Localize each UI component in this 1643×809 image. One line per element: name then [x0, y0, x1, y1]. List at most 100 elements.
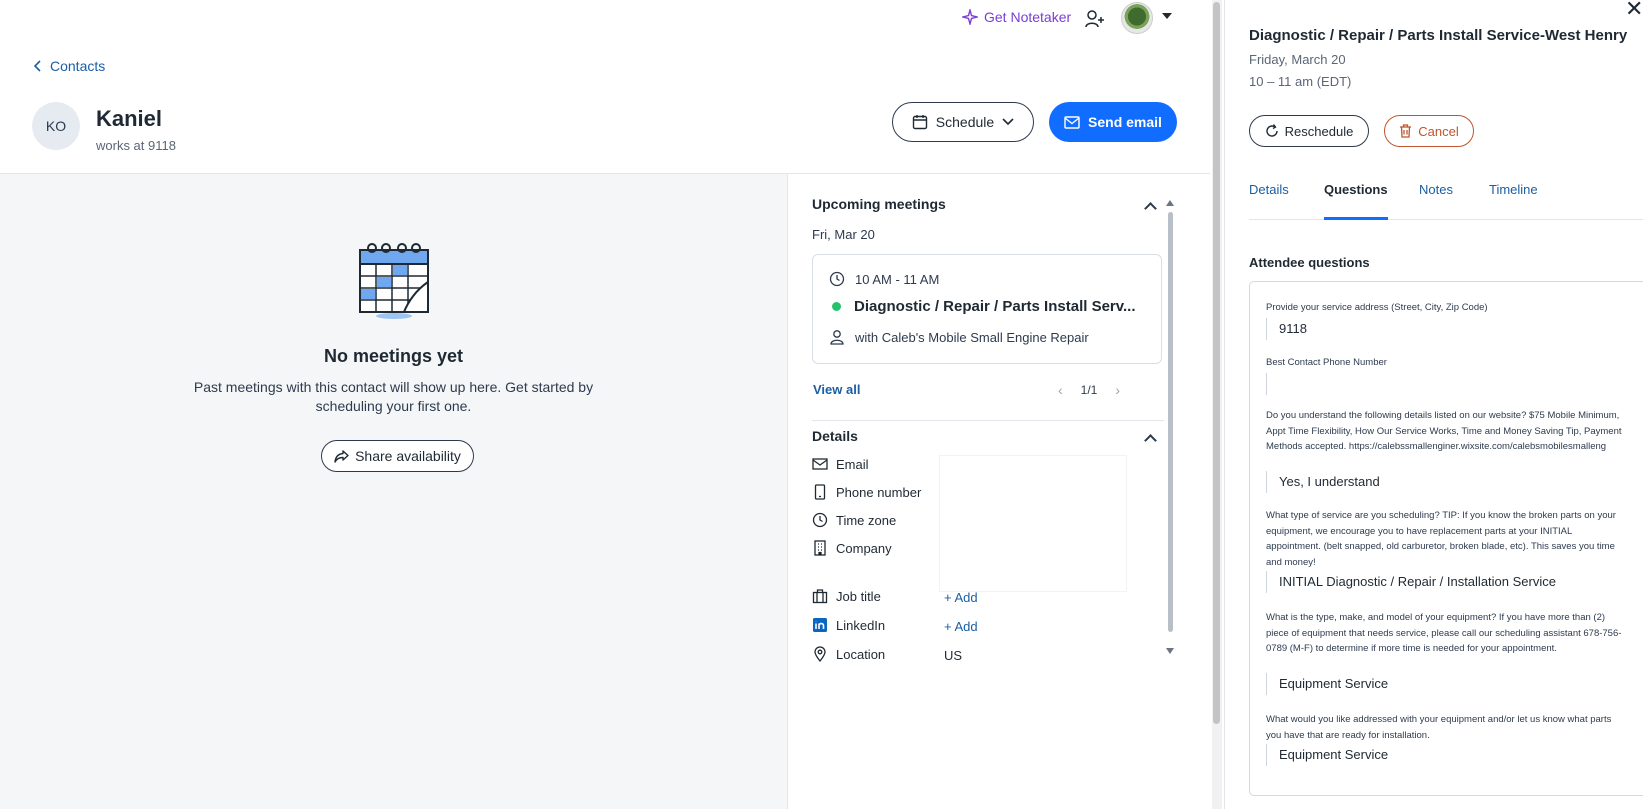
reschedule-label: Reschedule: [1284, 123, 1354, 139]
view-all-link[interactable]: View all: [813, 382, 860, 397]
calendar-illustration-icon: [359, 243, 429, 319]
active-tab-indicator: [1324, 217, 1388, 220]
schedule-label: Schedule: [935, 114, 995, 130]
calendar-icon: [912, 115, 927, 130]
caret-down-icon[interactable]: [1162, 13, 1172, 19]
timezone-label: Time zone: [836, 512, 897, 528]
question-text: Best Contact Phone Number: [1266, 357, 1387, 368]
mail-icon: [1064, 115, 1080, 129]
question-text: What is the type, make, and model of you…: [1266, 612, 1622, 654]
location-value: US: [944, 648, 963, 663]
tab-details[interactable]: Details: [1249, 182, 1289, 197]
prev-page-button[interactable]: ‹: [1058, 382, 1063, 398]
answer-text: INITIAL Diagnostic / Repair / Installati…: [1266, 571, 1556, 593]
status-dot: [832, 302, 841, 311]
detail-company: Company: [812, 540, 892, 556]
contact-name: Kaniel: [96, 106, 163, 131]
user-avatar[interactable]: [1121, 2, 1153, 34]
attendee-questions-title: Attendee questions: [1249, 255, 1370, 270]
panel-tabs: Details Questions Notes Timeline: [1249, 176, 1643, 220]
contact-avatar: KO: [32, 102, 80, 150]
detail-phone: Phone number: [812, 484, 921, 500]
answer-text: Equipment Service: [1266, 673, 1388, 695]
share-icon: [334, 449, 349, 463]
meetings-empty-state: No meetings yet Past meetings with this …: [0, 174, 787, 809]
get-notetaker-button[interactable]: Get Notetaker: [962, 9, 1071, 25]
contact-sidebar: Upcoming meetings Fri, Mar 20 10 AM - 11…: [788, 174, 1210, 809]
detail-timezone: Time zone: [812, 512, 896, 528]
answer-text: Yes, I understand: [1266, 471, 1380, 493]
clock-icon: [829, 271, 845, 287]
add-job-title-link[interactable]: + Add: [944, 590, 978, 605]
question-text: What type of service are you scheduling?…: [1266, 510, 1616, 568]
event-time: 10 – 11 am (EDT): [1249, 74, 1352, 89]
reschedule-button[interactable]: Reschedule: [1249, 115, 1369, 147]
empty-state-description: Past meetings with this contact will sho…: [193, 379, 594, 414]
refresh-icon: [1265, 124, 1278, 137]
email-label: Email: [836, 456, 869, 472]
top-bar: Get Notetaker: [0, 0, 1210, 40]
company-label: Company: [836, 540, 892, 556]
linkedin-icon: [813, 618, 827, 632]
section-divider: [812, 420, 1164, 421]
page-scrollbar[interactable]: [1213, 2, 1220, 724]
answer-text: [1266, 373, 1279, 395]
event-detail-panel: ✕ Diagnostic / Repair / Parts Install Se…: [1224, 0, 1643, 809]
detail-linkedin: LinkedIn: [812, 617, 885, 633]
sidebar-scrollbar[interactable]: [1168, 212, 1173, 632]
next-page-button[interactable]: ›: [1115, 382, 1120, 398]
phone-label: Phone number: [836, 484, 922, 500]
page-indicator: 1/1: [1080, 383, 1098, 397]
share-availability-button[interactable]: Share availability: [321, 440, 474, 472]
clock-icon: [812, 512, 828, 528]
tab-questions[interactable]: Questions: [1324, 182, 1388, 197]
building-icon: [814, 540, 826, 556]
event-title: Diagnostic / Repair / Parts Install Serv…: [1249, 27, 1628, 44]
collapse-upcoming-icon[interactable]: [1144, 202, 1157, 215]
share-availability-label: Share availability: [355, 448, 461, 464]
attendee-questions-list: Provide your service address (Street, Ci…: [1249, 281, 1643, 796]
meeting-with: with Caleb's Mobile Small Engine Repair: [855, 329, 1089, 345]
tab-timeline[interactable]: Timeline: [1489, 182, 1538, 197]
meeting-pager: ‹ 1/1 ›: [1058, 382, 1120, 398]
cancel-button[interactable]: Cancel: [1384, 115, 1474, 147]
linkedin-label: LinkedIn: [836, 617, 886, 633]
meeting-title: Diagnostic / Repair / Parts Install Serv…: [854, 298, 1136, 315]
chevron-down-icon: [1002, 118, 1014, 126]
briefcase-icon: [812, 589, 828, 604]
details-title: Details: [812, 428, 858, 444]
detail-email: Email: [812, 456, 869, 472]
location-label: Location: [836, 646, 886, 662]
send-email-label: Send email: [1088, 114, 1162, 130]
person-icon: [830, 330, 844, 345]
empty-state-title: No meetings yet: [323, 346, 464, 366]
collapse-details-icon[interactable]: [1144, 434, 1157, 447]
phone-icon: [814, 484, 826, 500]
answer-text: Equipment Service: [1266, 744, 1388, 766]
detail-job-title: Job title: [812, 588, 881, 604]
location-pin-icon: [814, 646, 826, 662]
job-title-label: Job title: [836, 588, 881, 604]
sparkle-icon: [962, 9, 978, 25]
add-linkedin-link[interactable]: + Add: [944, 619, 978, 634]
close-icon[interactable]: ✕: [1625, 0, 1643, 20]
upcoming-date: Fri, Mar 20: [812, 227, 875, 242]
contact-company: works at 9118: [96, 138, 176, 153]
tab-notes[interactable]: Notes: [1419, 182, 1453, 197]
meeting-card[interactable]: 10 AM - 11 AM Diagnostic / Repair / Part…: [812, 254, 1162, 364]
detail-location: Location: [812, 646, 885, 662]
scroll-up-icon[interactable]: [1166, 200, 1174, 206]
question-text: Provide your service address (Street, Ci…: [1266, 302, 1488, 313]
back-to-contacts-link[interactable]: Contacts: [34, 58, 105, 74]
trash-icon: [1400, 124, 1412, 138]
event-date: Friday, March 20: [1249, 52, 1346, 67]
chevron-left-icon: [34, 60, 41, 72]
send-email-button[interactable]: Send email: [1049, 102, 1177, 142]
schedule-button[interactable]: Schedule: [892, 102, 1034, 142]
add-person-icon[interactable]: [1084, 8, 1106, 30]
cancel-label: Cancel: [1418, 123, 1459, 139]
question-text: Do you understand the following details …: [1266, 410, 1622, 452]
question-text: What would you like addressed with your …: [1266, 714, 1612, 741]
answer-text: 9118: [1266, 318, 1307, 340]
scroll-down-icon[interactable]: [1166, 648, 1174, 654]
